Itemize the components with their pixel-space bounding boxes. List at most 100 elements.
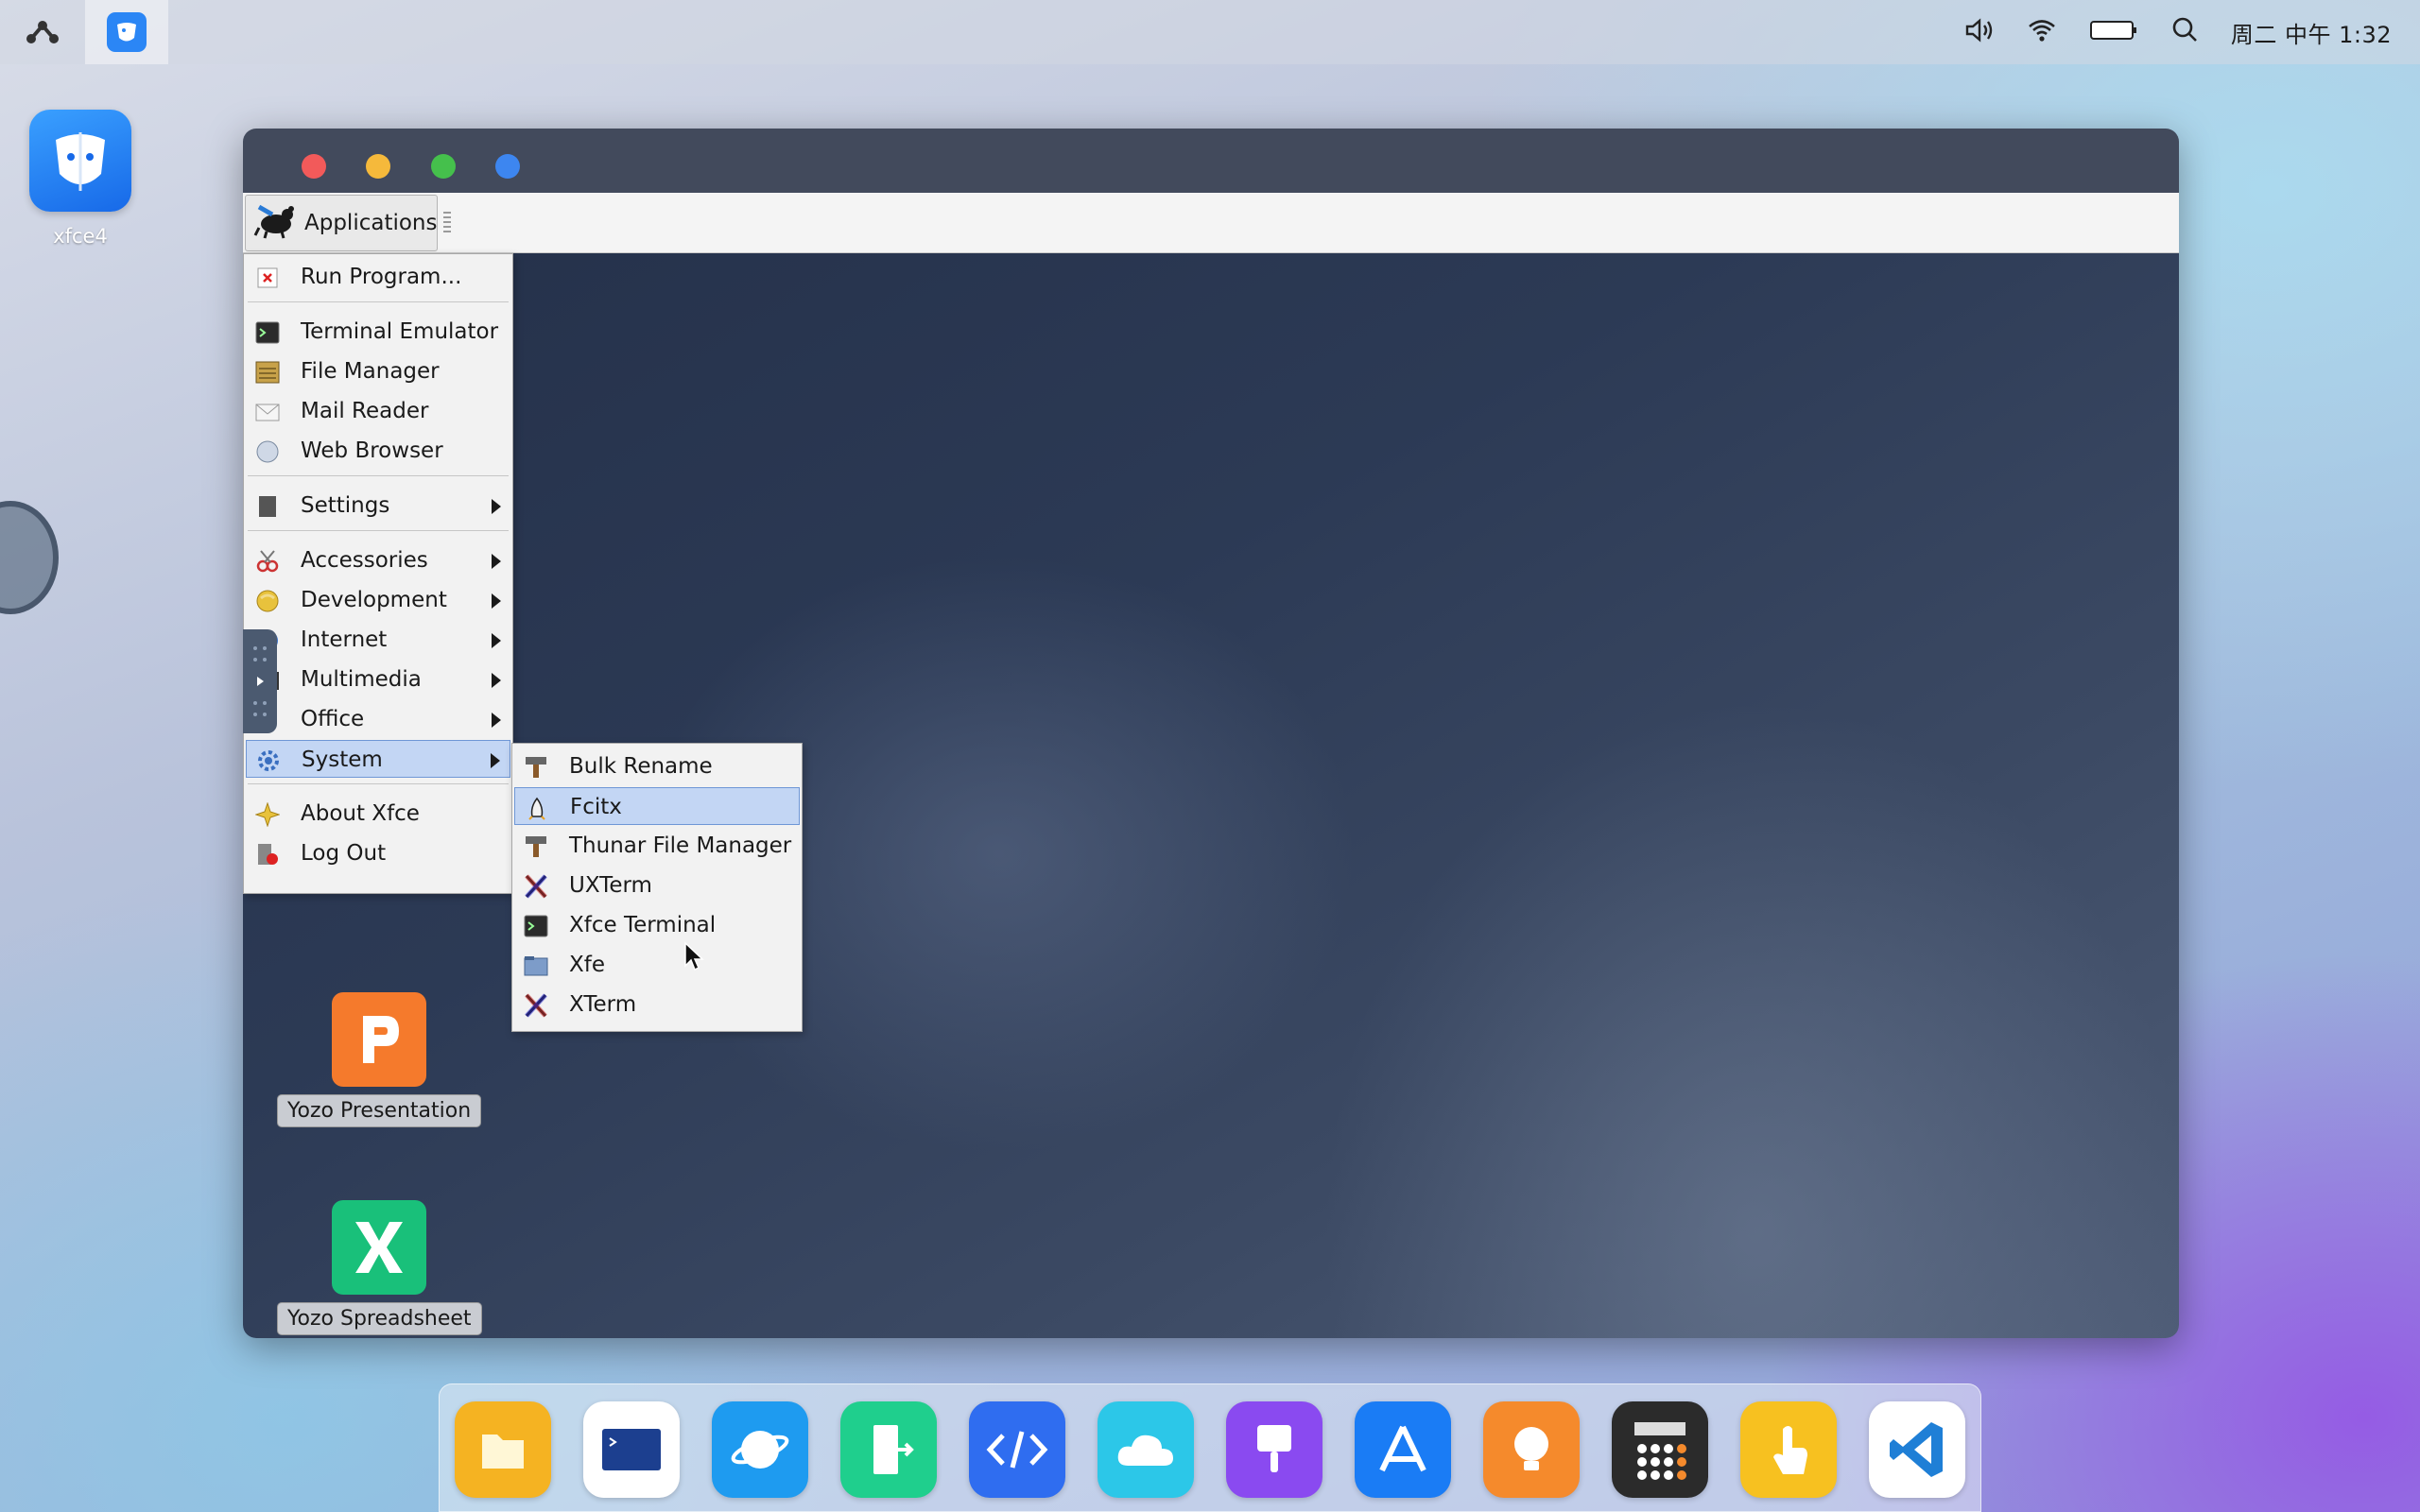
uxterm-icon <box>522 872 550 901</box>
menu-item-web-browser[interactable]: Web Browser <box>246 432 510 470</box>
wifi-icon[interactable] <box>2027 18 2057 46</box>
menu-item-terminal-emulator[interactable]: Terminal Emulator <box>246 313 510 351</box>
menu-item-about-xfce[interactable]: About Xfce <box>246 795 510 833</box>
submenu-item-bulk-rename[interactable]: Bulk Rename <box>514 747 800 785</box>
menu-item-label: Internet <box>301 627 388 652</box>
menu-item-label: Web Browser <box>301 438 443 463</box>
submenu-item-label: Bulk Rename <box>569 754 713 779</box>
battery-icon[interactable] <box>2089 18 2138 46</box>
menu-item-multimedia[interactable]: Multimedia <box>246 661 510 698</box>
menu-item-system[interactable]: System <box>246 740 510 778</box>
file-manager-icon <box>253 358 282 387</box>
mail-icon <box>253 398 282 426</box>
search-icon[interactable] <box>2170 16 2199 48</box>
yozo-spreadsheet-shortcut[interactable]: Yozo Spreadsheet <box>277 1200 482 1335</box>
log-out-icon <box>253 840 282 868</box>
cloud-icon[interactable] <box>1098 1401 1194 1498</box>
tips-icon[interactable] <box>1483 1401 1580 1498</box>
close-button[interactable] <box>302 154 326 179</box>
menu-item-label: File Manager <box>301 359 440 384</box>
yozo-presentation-shortcut[interactable]: Yozo Presentation <box>277 992 482 1127</box>
system-logo-icon[interactable] <box>0 0 85 64</box>
run-program-icon <box>253 264 282 292</box>
accessories-icon <box>253 547 282 576</box>
xfce4-icon <box>29 110 131 212</box>
menu-item-label: Settings <box>301 493 390 518</box>
fcitx-icon <box>523 794 551 822</box>
xfce-desktop: Applications Run Program... Terminal Emul… <box>243 193 2179 1338</box>
vscode-icon[interactable] <box>1869 1401 1965 1498</box>
fullscreen-button[interactable] <box>495 154 520 179</box>
menu-separator <box>248 301 509 302</box>
submenu-item-xterm[interactable]: XTerm <box>514 986 800 1023</box>
thunar-icon <box>522 833 550 861</box>
xterm-icon <box>522 991 550 1020</box>
menu-item-internet[interactable]: Internet <box>246 621 510 659</box>
maximize-button[interactable] <box>431 154 456 179</box>
xfce-terminal-icon <box>522 912 550 940</box>
menu-item-label: System <box>302 747 383 772</box>
mouse-cursor-icon <box>684 941 704 971</box>
code-icon[interactable] <box>969 1401 1065 1498</box>
submenu-arrow-icon <box>492 673 501 688</box>
menu-item-mail-reader[interactable]: Mail Reader <box>246 392 510 430</box>
volume-icon[interactable] <box>1964 17 1995 47</box>
browser-icon[interactable] <box>712 1401 808 1498</box>
menu-item-accessories[interactable]: Accessories <box>246 541 510 579</box>
submenu-item-label: Xfce Terminal <box>569 913 717 937</box>
menu-item-file-manager[interactable]: File Manager <box>246 352 510 390</box>
exit-icon[interactable] <box>840 1401 937 1498</box>
calculator-icon[interactable] <box>1612 1401 1708 1498</box>
menu-item-log-out[interactable]: Log Out <box>246 834 510 872</box>
menu-item-label: Multimedia <box>301 667 422 692</box>
submenu-item-label: Xfe <box>569 953 606 977</box>
xfce-mouse-icon <box>253 201 297 245</box>
desktop-icon-label: xfce4 <box>53 225 108 248</box>
submenu-item-xfce-terminal[interactable]: Xfce Terminal <box>514 906 800 944</box>
submenu-arrow-icon <box>492 499 501 514</box>
applications-button[interactable]: Applications <box>245 195 438 251</box>
submenu-item-label: Thunar File Manager <box>569 833 792 858</box>
menu-separator <box>248 475 509 476</box>
xfce4-window: Applications Run Program... Terminal Emul… <box>243 129 2179 1338</box>
submenu-item-fcitx[interactable]: Fcitx <box>514 787 800 825</box>
applications-label: Applications <box>304 211 438 235</box>
terminal-icon[interactable] <box>583 1401 680 1498</box>
menu-item-development[interactable]: Development <box>246 581 510 619</box>
submenu-arrow-icon <box>492 554 501 569</box>
about-xfce-icon <box>253 800 282 829</box>
terminal-icon <box>253 318 282 347</box>
floating-assistant-icon[interactable] <box>0 501 59 614</box>
yozo-presentation-label: Yozo Presentation <box>277 1094 482 1127</box>
menu-item-settings[interactable]: Settings <box>246 487 510 524</box>
development-icon <box>253 587 282 615</box>
side-drawer-handle[interactable] <box>243 629 277 733</box>
menu-item-label: Accessories <box>301 548 428 573</box>
clock[interactable]: 周二 中午 1:32 <box>2231 16 2392 49</box>
yozo-presentation-icon <box>332 992 427 1087</box>
panel-grip[interactable] <box>443 212 451 232</box>
submenu-item-label: UXTerm <box>569 873 652 898</box>
menu-item-label: Terminal Emulator <box>301 319 499 344</box>
app-store-icon[interactable] <box>1355 1401 1451 1498</box>
yozo-spreadsheet-icon <box>332 1200 427 1295</box>
menu-item-label: Run Program... <box>301 265 462 289</box>
desktop-icon-xfce4[interactable]: xfce4 <box>28 110 132 248</box>
submenu-arrow-icon <box>492 633 501 648</box>
minimize-button[interactable] <box>366 154 390 179</box>
system-icon <box>254 747 283 775</box>
submenu-item-label: Fcitx <box>570 795 622 819</box>
app-tab-icon[interactable] <box>85 0 168 64</box>
paint-icon[interactable] <box>1226 1401 1322 1498</box>
bulk-rename-icon <box>522 753 550 782</box>
submenu-arrow-icon <box>492 593 501 609</box>
submenu-item-xfe[interactable]: Xfe <box>514 946 800 984</box>
files-icon[interactable] <box>455 1401 551 1498</box>
touch-icon[interactable] <box>1740 1401 1837 1498</box>
submenu-item-thunar-file-manager[interactable]: Thunar File Manager <box>514 827 800 865</box>
window-titlebar[interactable] <box>243 129 2179 193</box>
submenu-item-uxterm[interactable]: UXTerm <box>514 867 800 904</box>
menu-item-run-program[interactable]: Run Program... <box>246 258 510 296</box>
menu-item-office[interactable]: Office <box>246 700 510 738</box>
submenu-item-label: XTerm <box>569 992 637 1017</box>
